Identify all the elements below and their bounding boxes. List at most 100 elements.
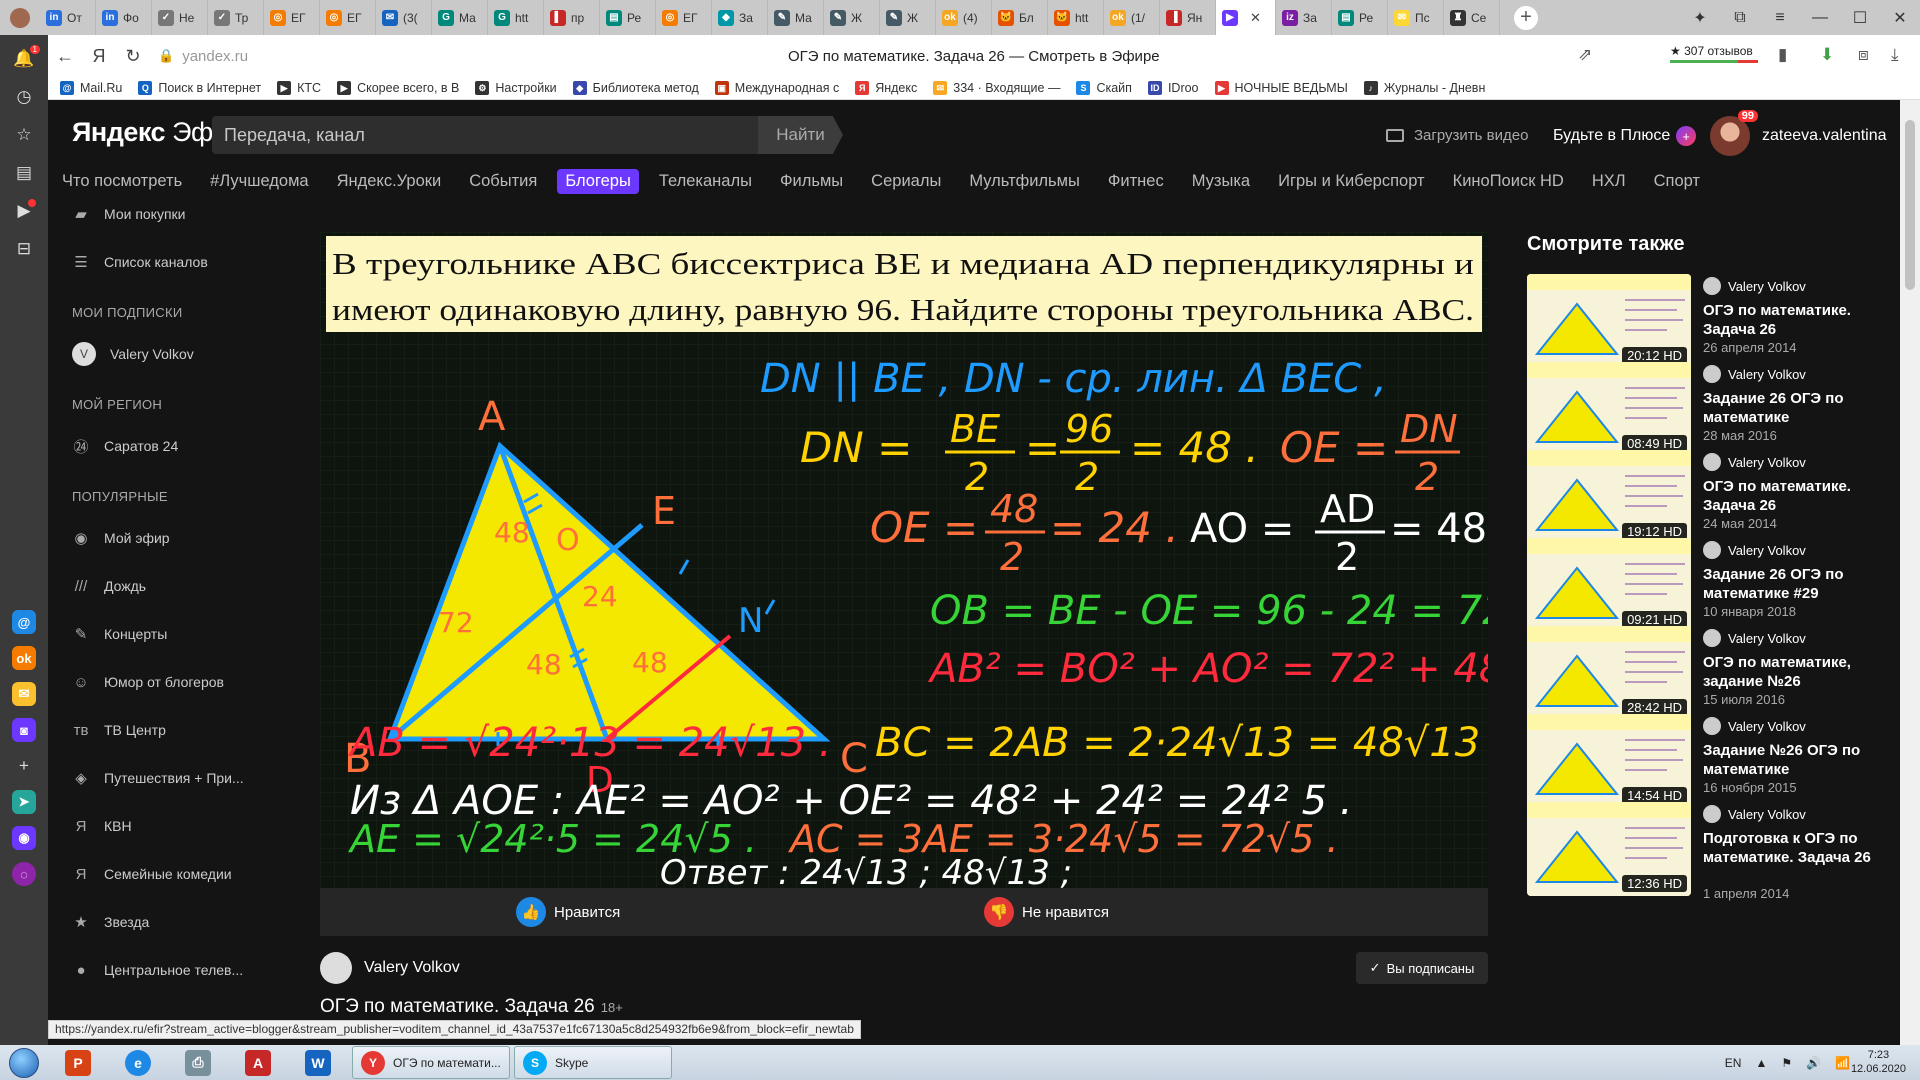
browser-tab[interactable]: ✉ Пс (1388, 0, 1444, 35)
download-icon[interactable]: ⬇ (1820, 45, 1834, 65)
nav-tab[interactable]: КиноПоиск HD (1439, 172, 1578, 191)
nav-tab[interactable]: Что посмотреть (48, 172, 196, 191)
mail-icon[interactable]: @ (12, 610, 36, 634)
related-channel[interactable]: Valery Volkov (1703, 365, 1806, 383)
video-thumbnail[interactable]: 14:54 HD (1527, 714, 1691, 808)
browser-tab[interactable]: ◎ ЕГ (656, 0, 712, 35)
related-title[interactable]: ОГЭ по математике, задание №26 (1703, 653, 1893, 691)
browser-profile-avatar[interactable] (0, 0, 40, 35)
share-icon[interactable]: ⇗ (1578, 45, 1592, 65)
related-title[interactable]: Задание №26 ОГЭ по математике (1703, 741, 1893, 779)
video-thumbnail[interactable]: 12:36 HD (1527, 802, 1691, 896)
subscribed-button[interactable]: ✓ Вы подписаны (1356, 952, 1488, 984)
sidebar-item-popular[interactable]: ★ Звезда (48, 898, 278, 946)
related-video-card[interactable]: 20:12 HD Valery Volkov ОГЭ по математике. … (1527, 274, 1897, 372)
sidebar-item-popular[interactable]: ✎ Концерты (48, 610, 278, 658)
related-title[interactable]: Задание 26 ОГЭ по математике #29 (1703, 565, 1893, 603)
related-channel[interactable]: Valery Volkov (1703, 541, 1806, 559)
browser-tab[interactable]: G Ма (432, 0, 488, 35)
browser-tab[interactable]: in Фо (96, 0, 152, 35)
close-tab-icon[interactable]: ✕ (1250, 10, 1261, 26)
nav-tab[interactable]: Сериалы (857, 172, 955, 191)
browser-tab[interactable]: ▶ ✕ (1216, 0, 1276, 35)
related-title[interactable]: Задание 26 ОГЭ по математике (1703, 389, 1893, 427)
sidebar-item-region[interactable]: ㉔ Саратов 24 (48, 422, 278, 470)
tray-arrow-icon[interactable]: ▲ (1755, 1056, 1767, 1070)
taskbar-acrobat[interactable]: A (228, 1046, 288, 1079)
taskbar-word[interactable]: W (288, 1046, 348, 1079)
related-channel[interactable]: Valery Volkov (1703, 717, 1806, 735)
taskbar-yandex-browser[interactable]: Y ОГЭ по математи... (352, 1046, 510, 1079)
search-input[interactable]: Передача, канал (212, 116, 822, 154)
sidebar-item-popular[interactable]: ☺ Юмор от блогеров (48, 658, 278, 706)
plus-promo-button[interactable]: Будьте в Плюсе + (1553, 126, 1697, 146)
nav-tab[interactable]: Спорт (1640, 172, 1714, 191)
search-button[interactable]: Найти (758, 116, 843, 154)
browser-tab[interactable]: ✓ Не (152, 0, 208, 35)
url-field[interactable]: 🔒 yandex.ru (158, 42, 248, 70)
sidebar-item-popular[interactable]: Я КВН (48, 802, 278, 850)
taskbar-printer[interactable]: ⎙ (168, 1046, 228, 1079)
nav-tab[interactable]: Фильмы (766, 172, 857, 191)
bookmark-item[interactable]: ♪ Журналы - Дневн (1363, 81, 1485, 95)
nav-tab[interactable]: НХЛ (1578, 172, 1640, 191)
taskbar-skype[interactable]: S Skype (514, 1046, 672, 1079)
related-channel[interactable]: Valery Volkov (1703, 805, 1806, 823)
sidebar-item-popular[interactable]: /// Дождь (48, 562, 278, 610)
flag-icon[interactable]: ⚑ (1781, 1056, 1792, 1070)
browser-tab[interactable]: 🐱 Бл (992, 0, 1048, 35)
browser-tab[interactable]: ✓ Тр (208, 0, 264, 35)
browser-tab[interactable]: in От (40, 0, 96, 35)
nav-tab[interactable]: Игры и Киберспорт (1264, 172, 1438, 191)
upload-video-button[interactable]: Загрузить видео (1386, 127, 1528, 144)
history-icon[interactable]: ◷ (12, 85, 36, 109)
browser-tab[interactable]: iz За (1276, 0, 1332, 35)
clock[interactable]: 7:23 12.06.2020 (1851, 1048, 1906, 1076)
browser-tab[interactable]: ✎ Ж (880, 0, 936, 35)
nav-tab[interactable]: #Лучшедома (196, 172, 322, 191)
like-button[interactable]: 👍 Нравится (516, 897, 620, 927)
browser-tab[interactable]: ok (1/ (1104, 0, 1160, 35)
related-video-card[interactable]: 28:42 HD Valery Volkov ОГЭ по математике, … (1527, 626, 1897, 724)
maximize-button[interactable]: ☐ (1840, 8, 1880, 28)
add-panel-icon[interactable]: + (12, 754, 36, 778)
extensions-icon[interactable]: ✦ (1680, 8, 1720, 28)
dislike-button[interactable]: 👎 Не нравится (984, 897, 1109, 927)
notifications-icon[interactable]: 🔔 1 (12, 45, 40, 71)
nav-tab[interactable]: Телеканалы (645, 172, 766, 191)
back-icon[interactable]: ← (48, 46, 82, 67)
bookmark-item[interactable]: ⚙ Настройки (475, 81, 557, 95)
minimize-button[interactable]: — (1800, 9, 1840, 27)
start-button[interactable] (0, 1045, 48, 1080)
nav-tab[interactable]: Мультфильмы (955, 172, 1094, 191)
bookmark-item[interactable]: @ Mail.Ru (60, 81, 122, 95)
video-player[interactable]: В треугольнике ABC биссектриса BE и меди… (320, 232, 1488, 888)
video-thumbnail[interactable]: 19:12 HD (1527, 450, 1691, 544)
collections-icon[interactable]: ⧉ (1720, 9, 1760, 27)
browser-tab[interactable]: ♜ Се (1444, 0, 1500, 35)
assistant-icon[interactable]: ◌ (12, 862, 36, 886)
browser-tab[interactable]: ▐ Ян (1160, 0, 1216, 35)
related-channel[interactable]: Valery Volkov (1703, 277, 1806, 295)
video-author[interactable]: Valery Volkov (320, 952, 460, 984)
sidebar-item-popular[interactable]: Я Семейные комедии (48, 850, 278, 898)
browser-tab[interactable]: ◎ ЕГ (320, 0, 376, 35)
bookmark-item[interactable]: ▶ НОЧНЫЕ ВЕДЬМЫ (1214, 81, 1348, 95)
browser-tab[interactable]: ▤ Ре (1332, 0, 1388, 35)
translate-icon[interactable]: ⧈ (1858, 45, 1869, 65)
sidebar-item-popular[interactable]: ◈ Путешествия + При... (48, 754, 278, 802)
related-video-card[interactable]: 12:36 HD Valery Volkov Подготовка к ОГЭ по… (1527, 802, 1897, 901)
bookmark-item[interactable]: Я Яндекс (855, 81, 917, 95)
user-menu[interactable]: 99 zateeva.valentina (1710, 110, 1887, 156)
taskbar-ie[interactable]: e (108, 1046, 168, 1079)
related-title[interactable]: ОГЭ по математике. Задача 26 (1703, 477, 1893, 515)
video-thumbnail[interactable]: 28:42 HD (1527, 626, 1691, 720)
nav-tab[interactable]: Музыка (1178, 172, 1264, 191)
downloads-icon[interactable]: ⤓ (1891, 45, 1899, 65)
language-indicator[interactable]: EN (1725, 1056, 1742, 1070)
bookmark-item[interactable]: ▶ КТС (277, 81, 321, 95)
video-icon[interactable]: ▶ (12, 199, 36, 223)
bookmark-item[interactable]: Q Поиск в Интернет (138, 81, 261, 95)
sidebar-item-channels[interactable]: ☰ Список каналов (48, 238, 278, 286)
yandex-mail-icon[interactable]: ✉ (12, 682, 36, 706)
